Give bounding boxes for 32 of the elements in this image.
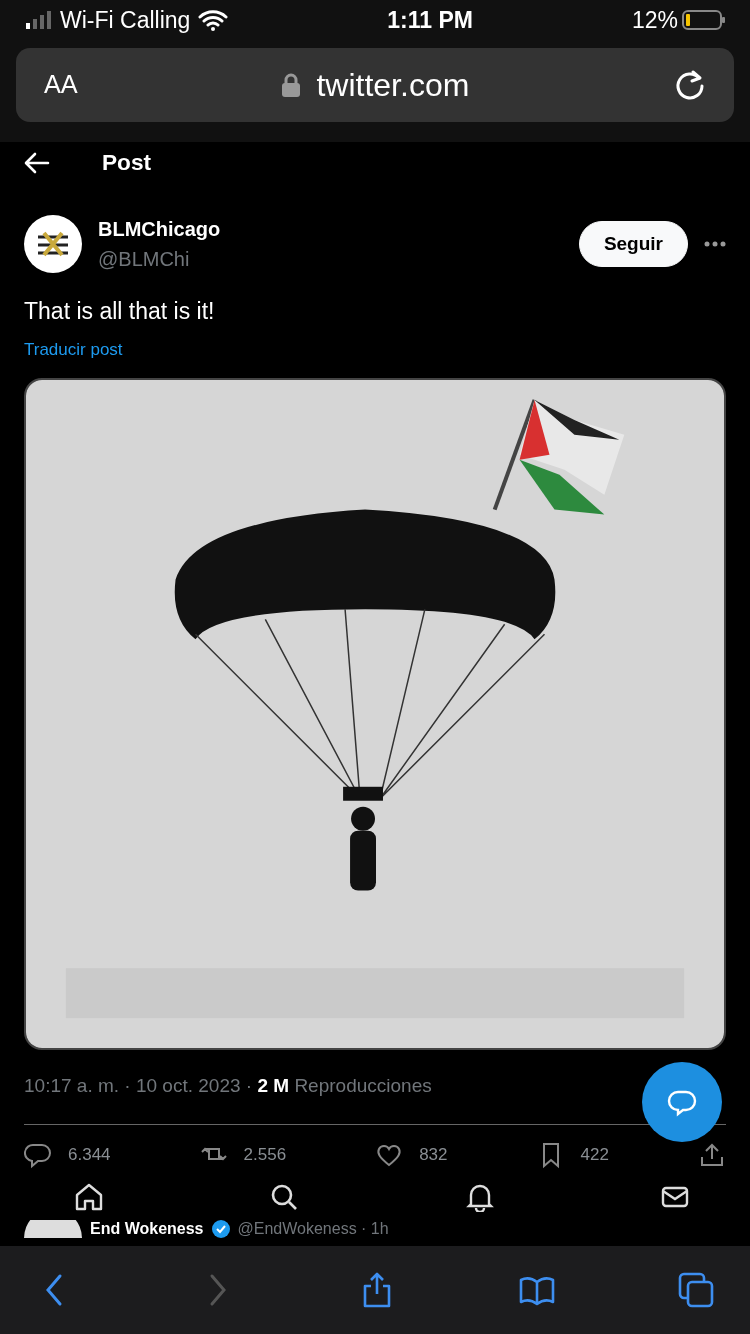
battery-icon — [682, 9, 726, 31]
page-title: Post — [102, 148, 152, 177]
action-count: 2.556 — [243, 1144, 287, 1167]
post-meta: 10:17 a. m. · 10 oct. 2023 · 2 M Reproducciones — [23, 1074, 433, 1098]
author-name[interactable]: End Wokeness — [90, 1219, 204, 1239]
author-handle[interactable]: @BLMChi — [98, 244, 579, 274]
translate-link[interactable]: Traducir post — [0, 336, 147, 362]
avatar[interactable] — [24, 1220, 82, 1238]
follow-button[interactable]: Seguir — [578, 220, 688, 268]
clock-time: 1:11 PM — [387, 5, 473, 35]
avatar[interactable] — [24, 215, 82, 273]
more-icon[interactable] — [704, 241, 726, 247]
battery-percent: 12% — [631, 5, 678, 35]
wifi-icon — [198, 9, 229, 31]
post-text: That is all that is it! — [23, 297, 216, 326]
back-arrow-icon[interactable] — [24, 152, 50, 174]
home-icon[interactable] — [74, 1182, 104, 1212]
signal-icon — [26, 11, 52, 29]
action-count: 6.344 — [68, 1144, 111, 1167]
lock-icon — [282, 73, 301, 97]
text-size-button[interactable]: AA — [44, 66, 78, 104]
address-bar[interactable]: AA twitter.com — [16, 48, 734, 122]
tabs-icon[interactable] — [678, 1272, 714, 1308]
reload-icon[interactable] — [674, 69, 706, 101]
url-text: twitter.com — [316, 66, 470, 105]
author-handle[interactable]: @EndWokeness · 1h — [237, 1219, 389, 1239]
action-count: 422 — [580, 1144, 609, 1167]
action-count: 832 — [419, 1144, 448, 1167]
author-name[interactable]: BLMChicago — [98, 214, 579, 244]
carrier-name: Wi-Fi Calling — [60, 5, 191, 35]
bell-icon[interactable] — [464, 1182, 495, 1212]
reply-icon[interactable] — [24, 1141, 52, 1169]
